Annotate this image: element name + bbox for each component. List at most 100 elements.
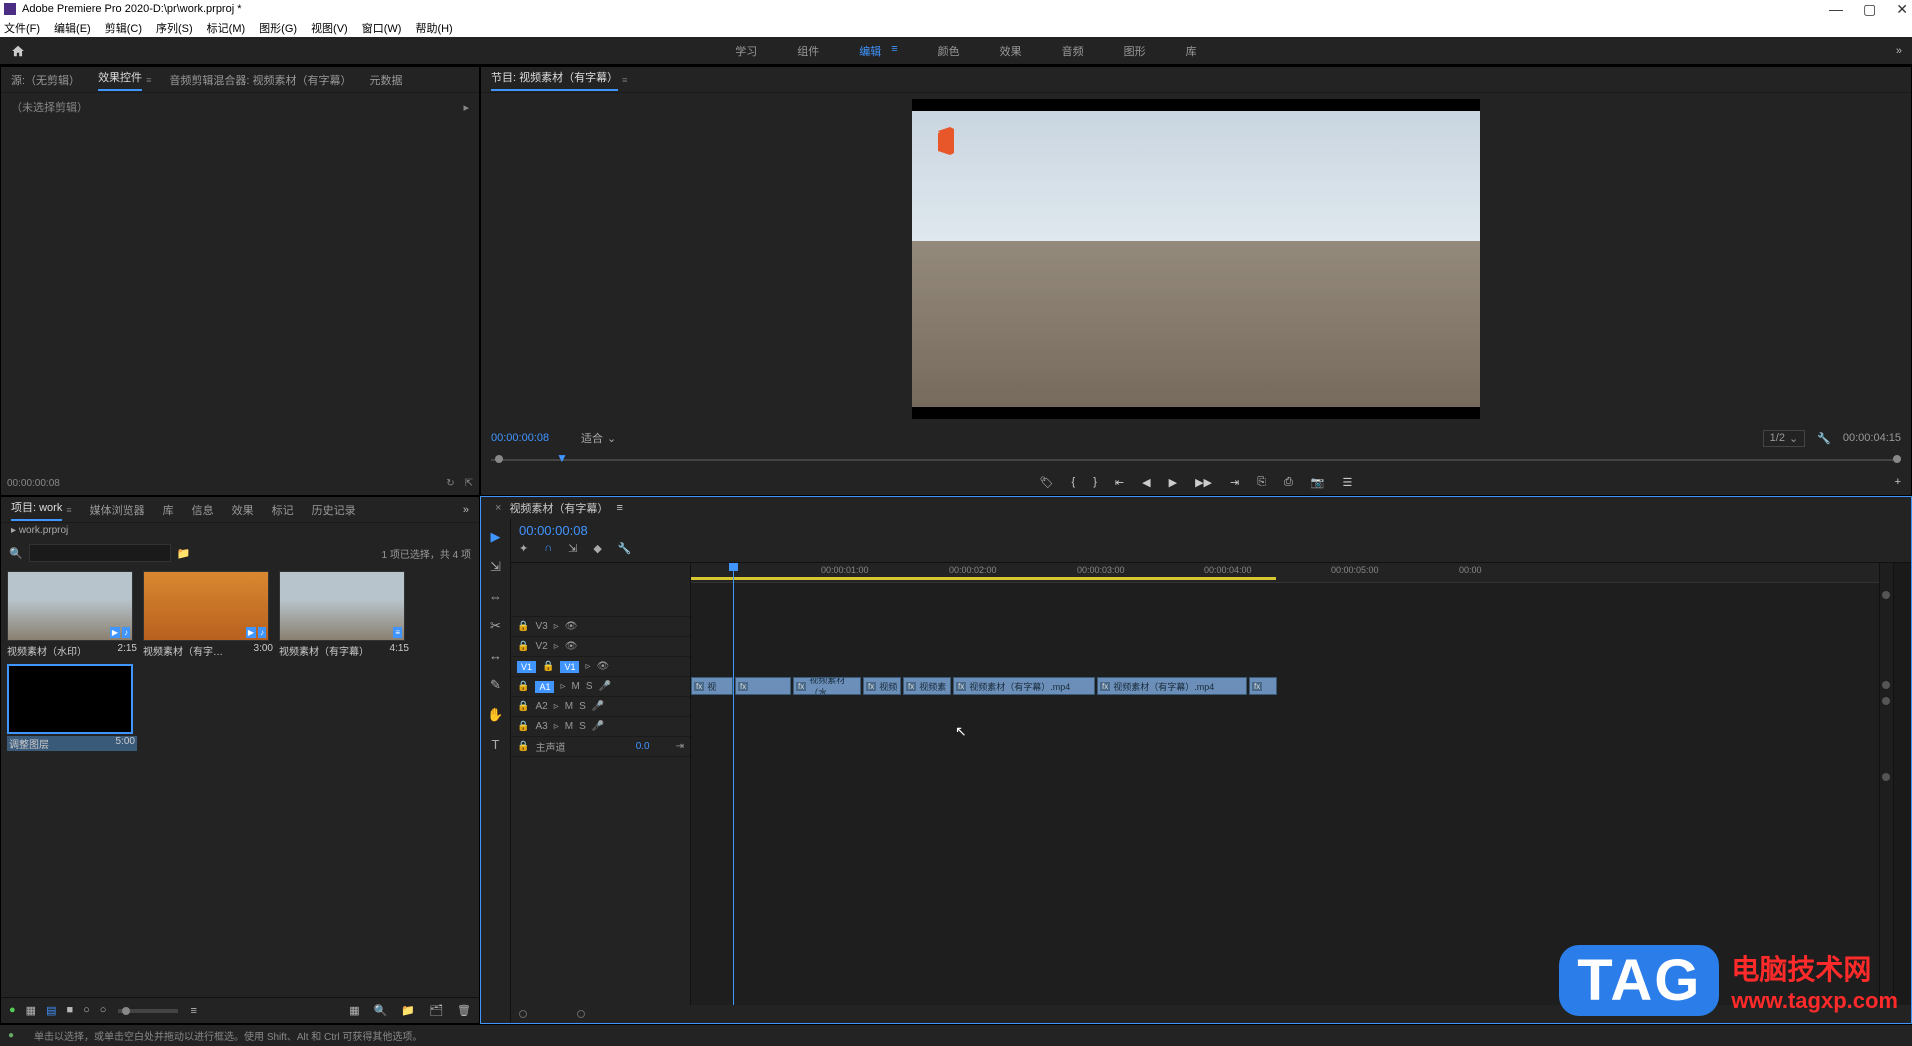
new-bin-icon[interactable]: 📁	[401, 1004, 415, 1017]
program-monitor[interactable]	[481, 93, 1911, 425]
clip[interactable]: fx视频素材（有字幕）.mp4	[953, 677, 1095, 695]
linked-selection-icon[interactable]: ∩	[544, 542, 552, 555]
list-view-icon[interactable]: ▦	[26, 1004, 36, 1017]
expand-arrow-icon[interactable]: ▸	[463, 101, 469, 114]
slip-tool[interactable]: ↔	[489, 648, 502, 663]
workspace-effects[interactable]: 效果	[1000, 43, 1022, 59]
step-forward-button[interactable]: ▶▶	[1195, 476, 1212, 489]
go-to-out-button[interactable]: ⇥	[1230, 476, 1239, 489]
maximize-button[interactable]: ▢	[1863, 1, 1876, 18]
tab-program[interactable]: 节目: 视频素材（有字幕）	[491, 69, 618, 91]
menu-graphics[interactable]: 图形(G)	[259, 20, 297, 36]
clip[interactable]: fx视	[691, 677, 733, 695]
menu-marker[interactable]: 标记(M)	[207, 20, 246, 36]
bin-item[interactable]: ▶♪ 视频素材（水印）2:15	[7, 571, 137, 658]
menu-clip[interactable]: 剪辑(C)	[105, 20, 142, 36]
button-editor[interactable]: +	[1895, 476, 1901, 488]
step-back-button[interactable]: ◀	[1142, 476, 1150, 489]
bin-item[interactable]: ≡ 视频素材（有字幕）4:15	[279, 571, 409, 658]
tab-media-browser[interactable]: 媒体浏览器	[90, 502, 145, 518]
playhead[interactable]	[733, 563, 734, 1005]
time-ruler[interactable]: 00:00:01:00 00:00:02:00 00:00:03:00 00:0…	[691, 563, 1879, 583]
timeline-settings-icon[interactable]: ◆	[593, 542, 601, 555]
play-button[interactable]: ▶	[1169, 476, 1177, 489]
extract-button[interactable]: ⎙	[1284, 476, 1293, 489]
timeline-timecode[interactable]: 00:00:00:08	[519, 523, 1911, 538]
lift-button[interactable]: ⎘	[1257, 476, 1266, 489]
tab-source[interactable]: 源:（无剪辑）	[11, 72, 80, 88]
menu-view[interactable]: 视图(V)	[311, 20, 348, 36]
mark-out-button[interactable]: }	[1093, 476, 1097, 488]
tab-history[interactable]: 历史记录	[312, 502, 356, 518]
ripple-edit-tool[interactable]: ⇔	[489, 589, 502, 604]
tabs-overflow[interactable]: »	[463, 504, 469, 516]
track-a3[interactable]: 🔒A3▹MS🎤	[511, 717, 690, 737]
freeform-view-icon[interactable]: ■	[66, 1004, 73, 1017]
track-v1[interactable]: V1🔒V1▹👁	[511, 657, 690, 677]
snap-icon[interactable]: ✦	[519, 542, 528, 555]
type-tool[interactable]: T	[492, 737, 500, 752]
delete-icon[interactable]: 🗑	[457, 1004, 471, 1017]
workspace-learn[interactable]: 学习	[735, 43, 757, 59]
find-icon[interactable]: 🔍	[374, 1004, 388, 1017]
automate-icon[interactable]: ▦	[349, 1004, 359, 1017]
tab-libraries[interactable]: 库	[163, 502, 174, 518]
track-a2[interactable]: 🔒A2▹MS🎤	[511, 697, 690, 717]
tab-project[interactable]: 项目: work	[11, 499, 62, 521]
wrench-icon[interactable]: 🔧	[618, 542, 632, 555]
clip[interactable]: fx视频素材（水	[793, 677, 861, 695]
bin-icon[interactable]: 📁	[177, 547, 191, 560]
minimize-button[interactable]: —	[1829, 1, 1843, 18]
program-scrubber[interactable]: ▼	[491, 451, 1901, 469]
menu-window[interactable]: 窗口(W)	[362, 20, 402, 36]
work-area-bar[interactable]	[691, 577, 1276, 580]
home-button[interactable]	[0, 37, 36, 64]
tab-effect-controls[interactable]: 效果控件	[98, 69, 142, 91]
hand-tool[interactable]: ✋	[487, 707, 503, 723]
write-enable-icon[interactable]: ●	[9, 1004, 16, 1017]
tab-info[interactable]: 信息	[192, 502, 214, 518]
track-v3[interactable]: 🔒V3▹👁	[511, 617, 690, 637]
clip[interactable]: fx	[735, 677, 791, 695]
loop-icon[interactable]: ↻	[446, 478, 454, 489]
tab-markers[interactable]: 标记	[272, 502, 294, 518]
workspace-audio[interactable]: 音频	[1062, 43, 1084, 59]
tab-audio-mixer[interactable]: 音频剪辑混合器: 视频素材（有字幕）	[169, 72, 351, 88]
add-marker-icon[interactable]: ⇲	[568, 542, 577, 555]
workspace-libraries[interactable]: 库	[1186, 43, 1197, 59]
icon-view-icon[interactable]: ▤	[46, 1004, 56, 1017]
program-timecode[interactable]: 00:00:00:08	[491, 432, 571, 444]
track-a1[interactable]: 🔒A1▹MS🎤	[511, 677, 690, 697]
export-frame-button[interactable]: 📷	[1311, 476, 1325, 489]
menu-file[interactable]: 文件(F)	[4, 20, 40, 36]
clip[interactable]: fx视频素	[903, 677, 951, 695]
workspace-assembly[interactable]: 组件	[797, 43, 819, 59]
tab-metadata[interactable]: 元数据	[369, 72, 402, 88]
mark-in-button[interactable]: {	[1072, 476, 1076, 488]
workspace-more[interactable]: »	[1896, 45, 1902, 57]
thumbnail-size-slider[interactable]	[118, 1009, 178, 1013]
track-master[interactable]: 🔒主声道0.0⇥	[511, 737, 690, 757]
razor-tool[interactable]: ✂	[490, 618, 501, 634]
bin-item-adjustment-layer[interactable]: 调整图层5:00	[7, 664, 137, 751]
tab-close-icon[interactable]: ×	[495, 502, 501, 514]
timeline-sequence-name[interactable]: 视频素材（有字幕）	[509, 500, 608, 516]
export-icon[interactable]: ⇱	[465, 478, 473, 489]
go-to-in-button[interactable]: ⇤	[1115, 476, 1124, 489]
tab-effects[interactable]: 效果	[232, 502, 254, 518]
track-v2[interactable]: 🔒V2▹👁	[511, 637, 690, 657]
wrench-icon[interactable]: 🔧	[1817, 432, 1831, 445]
pen-tool[interactable]: ✎	[490, 677, 501, 693]
workspace-graphics[interactable]: 图形	[1124, 43, 1146, 59]
workspace-editing[interactable]: 编辑	[859, 43, 881, 59]
menu-edit[interactable]: 编辑(E)	[54, 20, 91, 36]
menu-sequence[interactable]: 序列(S)	[156, 20, 193, 36]
clip[interactable]: fx视频	[863, 677, 901, 695]
comparison-view-button[interactable]: ☰	[1343, 476, 1353, 489]
add-marker-button[interactable]: 🏷	[1040, 476, 1054, 489]
project-search-input[interactable]	[29, 544, 171, 562]
clip[interactable]: fx	[1249, 677, 1277, 695]
workspace-color[interactable]: 颜色	[938, 43, 960, 59]
new-item-icon[interactable]: 🗂	[429, 1004, 443, 1017]
bin-item[interactable]: ▶♪ 视频素材（有字…3:00	[143, 571, 273, 658]
